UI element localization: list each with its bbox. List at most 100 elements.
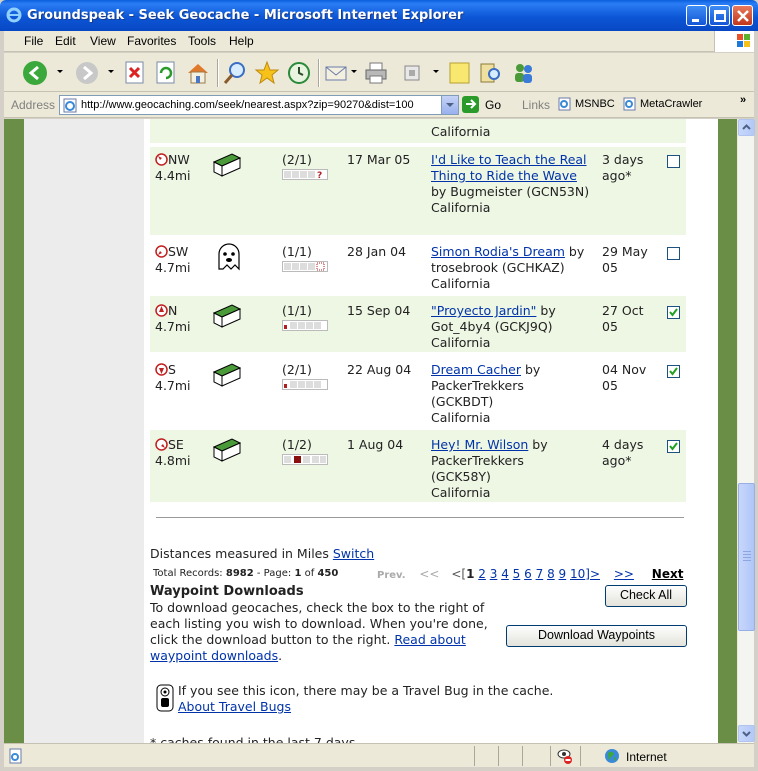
cache-owner: by Bugmeister [431,184,523,199]
menu-edit[interactable]: Edit [55,34,76,48]
page-link-9[interactable]: 9 [559,567,567,581]
internet-globe-icon [605,749,619,763]
last-found: 27 Oct 05 [602,303,644,334]
cache-owner: by [568,244,585,259]
link-metacrawler[interactable]: MetaCrawler [640,98,702,110]
page-of: of [304,568,315,579]
pages-open-bracket: <[ [451,567,467,581]
next-arrows-link[interactable]: >> [614,567,634,581]
back-dropdown-icon[interactable] [57,70,63,73]
download-checkbox[interactable] [667,247,680,260]
last-found: 4 days ago* [602,437,644,468]
next-link[interactable]: Next [652,567,684,581]
last-found: 29 May 05 [602,244,648,275]
mail-button[interactable] [324,60,350,86]
pages-close-bracket[interactable]: ]> [585,567,600,581]
maximize-button[interactable] [709,5,730,26]
back-arrow-icon [23,61,47,85]
grip-line [743,560,751,561]
forward-button[interactable] [74,60,100,86]
page-link-4[interactable]: 4 [501,567,509,581]
printer-icon [365,62,387,84]
status-pane [474,746,475,766]
address-bar: Address http://www.geocaching.com/seek/n… [4,92,754,118]
refresh-button[interactable] [153,60,179,86]
forward-dropdown-icon[interactable] [108,70,114,73]
direction-label: S [168,362,176,377]
minimize-button[interactable] [686,5,707,26]
download-checkbox[interactable] [667,155,680,168]
page-total: 450 [317,568,339,579]
print-button[interactable] [363,60,389,86]
cache-name-link[interactable]: "Proyecto Jardin" [431,303,536,318]
check-all-button[interactable]: Check All [605,585,687,607]
cache-name-link[interactable]: Simon Rodia's Dream [431,244,565,259]
switch-units-link[interactable]: Switch [333,546,374,561]
messenger-button[interactable] [511,60,537,86]
download-waypoints-button[interactable]: Download Waypoints [506,625,687,647]
go-button[interactable]: Go [462,96,504,114]
edit-dropdown-icon[interactable] [433,70,439,73]
edit-button[interactable] [400,60,426,86]
prev-arrows: << [419,567,440,581]
cache-name-link[interactable]: Dream Cacher [431,362,521,377]
link-msnbc[interactable]: MSNBC [575,98,615,110]
menu-file[interactable]: File [24,34,43,48]
cache-state: California [431,124,491,139]
scroll-up-button[interactable] [738,119,755,136]
back-button[interactable] [22,60,48,86]
research-button[interactable] [477,60,503,86]
stop-button[interactable] [122,60,148,86]
windows-flag-icon [714,31,754,52]
links-label: Links [522,98,551,112]
page-link-10[interactable]: 10 [570,567,585,581]
favorites-button[interactable] [254,60,280,86]
cache-name-link[interactable]: I'd Like to Teach the Real Thing to Ride… [431,152,587,183]
privacy-blocked-icon[interactable] [556,747,574,765]
page-link-8[interactable]: 8 [547,567,555,581]
ie-logo-icon [6,7,22,23]
last-found: 3 days ago* [602,152,644,183]
home-button[interactable] [185,60,211,86]
window-title: Groundspeak - Seek Geocache - Microsoft … [27,8,464,23]
distance-label: 4.4mi [155,168,191,183]
difficulty-terrain: (1/1) [282,244,312,259]
address-url[interactable]: http://www.geocaching.com/seek/nearest.a… [81,99,414,111]
download-checkbox[interactable] [667,306,680,319]
menu-tools[interactable]: Tools [188,34,216,48]
download-checkbox[interactable] [667,365,680,378]
table-row: S 4.7mi (2/1) 22 Aug 04 Dream Cacher by … [150,355,686,427]
scroll-thumb[interactable] [738,483,755,631]
direction-label: SE [168,437,184,452]
left-border-band [4,119,24,743]
page-link-6[interactable]: 6 [524,567,532,581]
mail-icon [325,66,347,81]
page-link-2[interactable]: 2 [478,567,486,581]
cache-code: (GCK58Y) [431,469,491,484]
close-window-button[interactable] [732,5,753,26]
discuss-button[interactable] [446,60,472,86]
cache-name-link[interactable]: Hey! Mr. Wilson [431,437,528,452]
about-travel-bugs-link[interactable]: About Travel Bugs [178,699,291,714]
scroll-down-button[interactable] [738,725,755,742]
table-row: SW 4.7mi (1/1) 28 Jan 04 Simon Rodia's D… [150,237,686,293]
vertical-scrollbar[interactable] [737,119,755,743]
menu-view[interactable]: View [90,34,116,48]
menu-favorites[interactable]: Favorites [127,34,176,48]
page-link-5[interactable]: 5 [513,567,521,581]
page-link-7[interactable]: 7 [536,567,544,581]
history-button[interactable] [286,60,312,86]
cache-state: California [431,276,491,291]
search-button[interactable] [222,60,248,86]
mail-dropdown-icon[interactable] [351,70,357,73]
address-input[interactable]: http://www.geocaching.com/seek/nearest.a… [59,95,459,115]
menu-help[interactable]: Help [229,34,254,48]
page-link-3[interactable]: 3 [490,567,498,581]
address-dropdown-icon[interactable] [441,96,458,114]
download-checkbox[interactable] [667,440,680,453]
refresh-icon [156,61,175,84]
history-icon [288,62,310,84]
distance-label: 4.7mi [155,378,191,393]
links-overflow-chevron-icon[interactable]: » [740,94,746,106]
grip-line [743,554,751,555]
